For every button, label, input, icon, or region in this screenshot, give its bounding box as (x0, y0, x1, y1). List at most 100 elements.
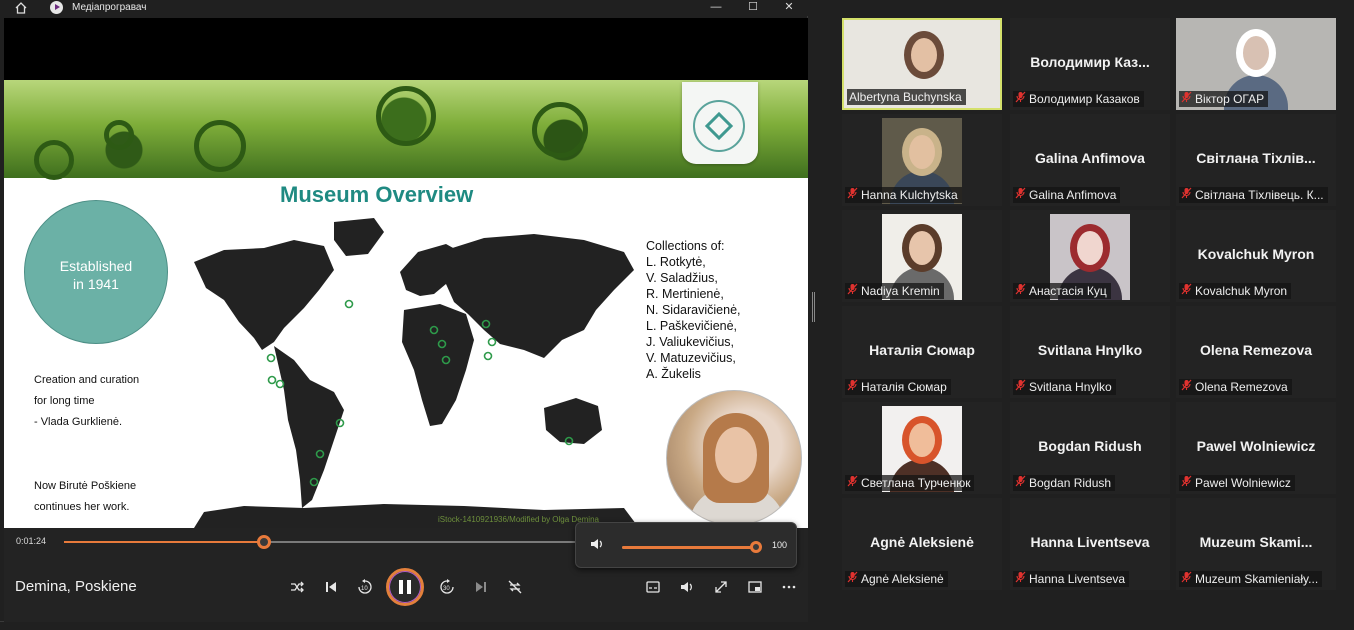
shuffle-icon[interactable] (286, 576, 308, 598)
participant-tile[interactable]: Hanna Kulchytska (842, 114, 1002, 206)
participant-tile[interactable]: Albertyna Buchynska (842, 18, 1002, 110)
participant-name-tag: Светлана Турченюк (845, 475, 975, 491)
participant-gallery: Albertyna Buchynska Володимир Каз... Волод… (842, 18, 1342, 596)
participant-name: Hanna Liventseva (1029, 572, 1126, 586)
participant-tile[interactable]: Muzeum Skami... Muzeum Skamieniały... (1176, 498, 1336, 590)
participant-name: Nadiya Kremin (861, 284, 940, 298)
participant-name: Світлана Тіхлівець. К... (1195, 188, 1324, 202)
media-title: Demina, Poskiene (15, 578, 137, 595)
media-player-window: Медіапрогравач — ☐ ✕ Museum Overview Est… (0, 0, 808, 622)
participant-tile[interactable]: Nadiya Kremin (842, 210, 1002, 302)
participant-tile[interactable]: Наталія Сюмар Наталія Сюмар (842, 306, 1002, 398)
collections-line: J. Valiukevičius, (646, 335, 734, 349)
participant-display-name: Kovalchuk Myron (1197, 246, 1315, 262)
collections-line: A. Žukelis (646, 367, 701, 381)
pane-splitter[interactable] (812, 292, 815, 322)
image-credit: iStock-1410921936/Modified by Olga Demin… (438, 515, 599, 524)
participant-tile[interactable]: Світлана Тіхлів... Світлана Тіхлівець. К.… (1176, 114, 1336, 206)
participant-tile[interactable]: Светлана Турченюк (842, 402, 1002, 494)
participant-display-name: Hanna Liventseva (1030, 534, 1150, 550)
participant-name: Наталія Сюмар (861, 380, 947, 394)
close-button[interactable]: ✕ (779, 0, 799, 16)
established-line-2: in 1941 (73, 276, 119, 292)
svg-text:10: 10 (361, 586, 368, 592)
now-line-2: continues her work. (34, 501, 130, 513)
mic-muted-icon (847, 571, 861, 587)
volume-thumb[interactable] (750, 541, 762, 553)
more-options-icon[interactable] (778, 576, 800, 598)
previous-icon[interactable] (320, 576, 342, 598)
seek-thumb[interactable] (257, 535, 272, 549)
mic-muted-icon (1181, 187, 1195, 203)
participant-tile[interactable]: Svitlana Hnylko Svitlana Hnylko (1010, 306, 1170, 398)
participant-name-tag: Наталія Сюмар (845, 379, 951, 395)
collections-list: Collections of: L. Rotkytė, V. Saladžius… (646, 238, 741, 382)
mic-muted-icon (1015, 475, 1029, 491)
video-area[interactable]: Museum Overview Established in 1941 Crea… (4, 18, 808, 528)
participant-display-name: Володимир Каз... (1030, 54, 1150, 70)
participant-name: Hanna Kulchytska (861, 188, 958, 202)
participant-name: Анастасія Куц (1029, 284, 1107, 298)
current-time: 0:01:24 (16, 536, 47, 546)
participant-tile[interactable]: Анастасія Куц (1010, 210, 1170, 302)
collections-line: N. Sidaravičienė, (646, 303, 741, 317)
participant-name-tag: Kovalchuk Myron (1179, 283, 1292, 299)
museum-logo (682, 82, 758, 164)
collections-line: Collections of: (646, 239, 725, 253)
participant-tile[interactable]: Agnė Aleksienė Agnė Aleksienė (842, 498, 1002, 590)
mini-player-icon[interactable] (744, 576, 766, 598)
presentation-slide: Museum Overview Established in 1941 Crea… (4, 80, 808, 528)
pause-button[interactable] (386, 568, 424, 606)
participant-name-tag: Bogdan Ridush (1013, 475, 1116, 491)
participant-name: Pawel Wolniewicz (1195, 476, 1291, 490)
participant-tile[interactable]: Bogdan Ridush Bogdan Ridush (1010, 402, 1170, 494)
mic-muted-icon (1181, 379, 1195, 395)
participant-name: Galina Anfimova (1029, 188, 1117, 202)
participant-name: Володимир Казаков (1029, 92, 1140, 106)
forward-30-icon[interactable]: 30 (436, 576, 458, 598)
established-line-1: Established (59, 258, 133, 274)
participant-name-tag: Hanna Liventseva (1013, 571, 1130, 587)
mic-muted-icon (1181, 475, 1195, 491)
volume-slider[interactable] (622, 541, 762, 553)
title-bar: Медіапрогравач — ☐ ✕ (0, 0, 808, 16)
creation-text: Creation and curation for long time - Vl… (34, 370, 174, 433)
participant-name: Agnė Aleksienė (861, 572, 944, 586)
minimize-button[interactable]: — (706, 0, 726, 16)
rewind-10-icon[interactable]: 10 (354, 576, 376, 598)
participant-tile[interactable]: Володимир Каз... Володимир Казаков (1010, 18, 1170, 110)
repeat-off-icon[interactable] (504, 576, 526, 598)
subtitles-icon[interactable] (642, 576, 664, 598)
home-icon[interactable] (14, 1, 28, 15)
mic-muted-icon (847, 475, 861, 491)
participant-tile[interactable]: Olena Remezova Olena Remezova (1176, 306, 1336, 398)
participant-tile[interactable]: Hanna Liventseva Hanna Liventseva (1010, 498, 1170, 590)
mic-muted-icon (1015, 91, 1029, 107)
participant-name: Bogdan Ridush (1029, 476, 1112, 490)
participant-name-tag: Albertyna Buchynska (847, 89, 966, 105)
established-circle: Established in 1941 (24, 200, 168, 344)
fern-banner-image (4, 80, 808, 180)
participant-display-name: Olena Remezova (1199, 342, 1313, 358)
maximize-button[interactable]: ☐ (743, 0, 763, 16)
pause-icon (399, 580, 411, 594)
participant-tile[interactable]: Galina Anfimova Galina Anfimova (1010, 114, 1170, 206)
mic-muted-icon (1181, 91, 1195, 107)
creation-line-1: Creation and curation (34, 374, 140, 386)
participant-tile[interactable]: Віктор ОГАР (1176, 18, 1336, 110)
participant-name: Muzeum Skamieniały... (1195, 572, 1319, 586)
participant-name-tag: Svitlana Hnylko (1013, 379, 1116, 395)
participant-tile[interactable]: Pawel Wolniewicz Pawel Wolniewicz (1176, 402, 1336, 494)
volume-popup: 100 (575, 522, 797, 568)
next-icon[interactable] (470, 576, 492, 598)
participant-name: Olena Remezova (1195, 380, 1288, 394)
participant-name-tag: Hanna Kulchytska (845, 187, 962, 203)
fullscreen-icon[interactable] (710, 576, 732, 598)
participant-name-tag: Володимир Казаков (1013, 91, 1144, 107)
volume-icon[interactable] (676, 576, 698, 598)
participant-tile[interactable]: Kovalchuk Myron Kovalchuk Myron (1176, 210, 1336, 302)
screen: Медіапрогравач — ☐ ✕ Museum Overview Est… (0, 0, 1354, 630)
volume-icon[interactable] (590, 537, 604, 551)
creation-line-2: for long time (34, 395, 95, 407)
collections-line: L. Rotkytė, (646, 255, 706, 269)
